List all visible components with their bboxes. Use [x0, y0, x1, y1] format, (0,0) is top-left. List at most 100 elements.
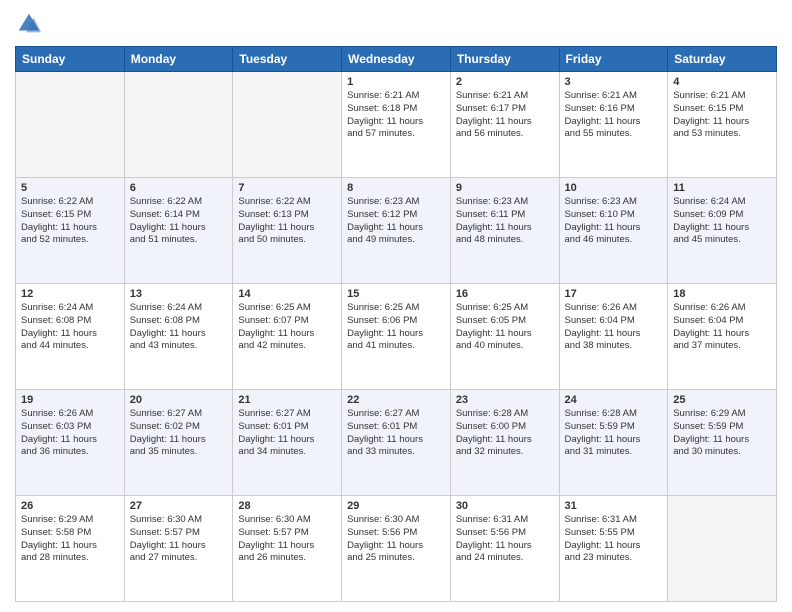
day-number: 3 — [565, 76, 663, 88]
calendar-week-row: 19 Sunrise: 6:26 AM Sunset: 6:03 PM Dayli… — [16, 390, 777, 496]
table-row: 6Sunrise: 6:22 AM Sunset: 6:14 PM Daylig… — [124, 178, 233, 284]
day-info: Sunrise: 6:27 AM Sunset: 6:02 PM Dayligh… — [130, 408, 228, 459]
table-row: 9 Sunrise: 6:23 AM Sunset: 6:11 PM Daylig… — [450, 178, 559, 284]
table-row: 14 Sunrise: 6:25 AM Sunset: 6:07 PM Dayli… — [233, 284, 342, 390]
col-saturday: Saturday — [668, 47, 777, 72]
table-row: 27 Sunrise: 6:30 AM Sunset: 5:57 PM Dayli… — [124, 496, 233, 602]
calendar-week-row: 5 Sunrise: 6:22 AM Sunset: 6:15 PM Daylig… — [16, 178, 777, 284]
day-info: Sunrise: 6:23 AM Sunset: 6:10 PM Dayligh… — [565, 196, 663, 247]
table-row: 11Sunrise: 6:24 AM Sunset: 6:09 PM Dayli… — [668, 178, 777, 284]
day-number: 8 — [347, 182, 445, 194]
day-number: 28 — [238, 500, 336, 512]
day-info: Sunrise: 6:24 AM Sunset: 6:08 PM Dayligh… — [130, 302, 228, 353]
day-number: 7 — [238, 182, 336, 194]
col-friday: Friday — [559, 47, 668, 72]
day-number: 29 — [347, 500, 445, 512]
table-row — [124, 72, 233, 178]
table-row: 10 Sunrise: 6:23 AM Sunset: 6:10 PM Dayli… — [559, 178, 668, 284]
table-row: 20Sunrise: 6:27 AM Sunset: 6:02 PM Dayli… — [124, 390, 233, 496]
table-row: 16 Sunrise: 6:25 AM Sunset: 6:05 PM Dayli… — [450, 284, 559, 390]
table-row: 24Sunrise: 6:28 AM Sunset: 5:59 PM Dayli… — [559, 390, 668, 496]
day-number: 4 — [673, 76, 771, 88]
day-info: Sunrise: 6:22 AM Sunset: 6:15 PM Dayligh… — [21, 196, 119, 247]
day-info: Sunrise: 6:29 AM Sunset: 5:58 PM Dayligh… — [21, 514, 119, 565]
day-number: 16 — [456, 288, 554, 300]
table-row: 17Sunrise: 6:26 AM Sunset: 6:04 PM Dayli… — [559, 284, 668, 390]
logo — [15, 10, 47, 38]
day-info: Sunrise: 6:24 AM Sunset: 6:08 PM Dayligh… — [21, 302, 119, 353]
table-row: 26 Sunrise: 6:29 AM Sunset: 5:58 PM Dayli… — [16, 496, 125, 602]
day-number: 24 — [565, 394, 663, 406]
day-info: Sunrise: 6:23 AM Sunset: 6:11 PM Dayligh… — [456, 196, 554, 247]
calendar-table: Sunday Monday Tuesday Wednesday Thursday… — [15, 46, 777, 602]
day-number: 14 — [238, 288, 336, 300]
day-number: 12 — [21, 288, 119, 300]
day-number: 19 — [21, 394, 119, 406]
day-info: Sunrise: 6:24 AM Sunset: 6:09 PM Dayligh… — [673, 196, 771, 247]
day-number: 26 — [21, 500, 119, 512]
day-number: 5 — [21, 182, 119, 194]
table-row: 29 Sunrise: 6:30 AM Sunset: 5:56 PM Dayli… — [342, 496, 451, 602]
table-row: 13Sunrise: 6:24 AM Sunset: 6:08 PM Dayli… — [124, 284, 233, 390]
day-number: 9 — [456, 182, 554, 194]
day-info: Sunrise: 6:27 AM Sunset: 6:01 PM Dayligh… — [347, 408, 445, 459]
col-thursday: Thursday — [450, 47, 559, 72]
day-number: 30 — [456, 500, 554, 512]
day-info: Sunrise: 6:31 AM Sunset: 5:56 PM Dayligh… — [456, 514, 554, 565]
day-info: Sunrise: 6:31 AM Sunset: 5:55 PM Dayligh… — [565, 514, 663, 565]
table-row: 30 Sunrise: 6:31 AM Sunset: 5:56 PM Dayli… — [450, 496, 559, 602]
day-info: Sunrise: 6:21 AM Sunset: 6:15 PM Dayligh… — [673, 90, 771, 141]
calendar-week-row: 26 Sunrise: 6:29 AM Sunset: 5:58 PM Dayli… — [16, 496, 777, 602]
table-row: 22 Sunrise: 6:27 AM Sunset: 6:01 PM Dayli… — [342, 390, 451, 496]
day-info: Sunrise: 6:25 AM Sunset: 6:06 PM Dayligh… — [347, 302, 445, 353]
calendar-week-row: 1 Sunrise: 6:21 AM Sunset: 6:18 PM Daylig… — [16, 72, 777, 178]
table-row: 3Sunrise: 6:21 AM Sunset: 6:16 PM Daylig… — [559, 72, 668, 178]
day-number: 15 — [347, 288, 445, 300]
logo-icon — [15, 10, 43, 38]
day-number: 10 — [565, 182, 663, 194]
day-info: Sunrise: 6:29 AM Sunset: 5:59 PM Dayligh… — [673, 408, 771, 459]
table-row: 5 Sunrise: 6:22 AM Sunset: 6:15 PM Daylig… — [16, 178, 125, 284]
day-info: Sunrise: 6:30 AM Sunset: 5:57 PM Dayligh… — [238, 514, 336, 565]
col-wednesday: Wednesday — [342, 47, 451, 72]
day-number: 23 — [456, 394, 554, 406]
day-number: 1 — [347, 76, 445, 88]
table-row: 31 Sunrise: 6:31 AM Sunset: 5:55 PM Dayli… — [559, 496, 668, 602]
table-row: 15 Sunrise: 6:25 AM Sunset: 6:06 PM Dayli… — [342, 284, 451, 390]
day-info: Sunrise: 6:25 AM Sunset: 6:07 PM Dayligh… — [238, 302, 336, 353]
table-row: 8 Sunrise: 6:23 AM Sunset: 6:12 PM Daylig… — [342, 178, 451, 284]
day-info: Sunrise: 6:21 AM Sunset: 6:17 PM Dayligh… — [456, 90, 554, 141]
page: Sunday Monday Tuesday Wednesday Thursday… — [0, 0, 792, 612]
table-row: 4 Sunrise: 6:21 AM Sunset: 6:15 PM Daylig… — [668, 72, 777, 178]
table-row: 23 Sunrise: 6:28 AM Sunset: 6:00 PM Dayli… — [450, 390, 559, 496]
calendar-header-row: Sunday Monday Tuesday Wednesday Thursday… — [16, 47, 777, 72]
day-info: Sunrise: 6:23 AM Sunset: 6:12 PM Dayligh… — [347, 196, 445, 247]
table-row: 1 Sunrise: 6:21 AM Sunset: 6:18 PM Daylig… — [342, 72, 451, 178]
table-row — [233, 72, 342, 178]
day-info: Sunrise: 6:26 AM Sunset: 6:04 PM Dayligh… — [673, 302, 771, 353]
table-row — [16, 72, 125, 178]
calendar-week-row: 12 Sunrise: 6:24 AM Sunset: 6:08 PM Dayli… — [16, 284, 777, 390]
table-row: 2Sunrise: 6:21 AM Sunset: 6:17 PM Daylig… — [450, 72, 559, 178]
table-row — [668, 496, 777, 602]
day-info: Sunrise: 6:28 AM Sunset: 6:00 PM Dayligh… — [456, 408, 554, 459]
day-info: Sunrise: 6:21 AM Sunset: 6:18 PM Dayligh… — [347, 90, 445, 141]
day-number: 27 — [130, 500, 228, 512]
day-info: Sunrise: 6:26 AM Sunset: 6:04 PM Dayligh… — [565, 302, 663, 353]
day-info: Sunrise: 6:30 AM Sunset: 5:56 PM Dayligh… — [347, 514, 445, 565]
day-number: 21 — [238, 394, 336, 406]
col-tuesday: Tuesday — [233, 47, 342, 72]
table-row: 18Sunrise: 6:26 AM Sunset: 6:04 PM Dayli… — [668, 284, 777, 390]
col-sunday: Sunday — [16, 47, 125, 72]
col-monday: Monday — [124, 47, 233, 72]
table-row: 21Sunrise: 6:27 AM Sunset: 6:01 PM Dayli… — [233, 390, 342, 496]
header — [15, 10, 777, 38]
day-info: Sunrise: 6:25 AM Sunset: 6:05 PM Dayligh… — [456, 302, 554, 353]
table-row: 25Sunrise: 6:29 AM Sunset: 5:59 PM Dayli… — [668, 390, 777, 496]
table-row: 7Sunrise: 6:22 AM Sunset: 6:13 PM Daylig… — [233, 178, 342, 284]
day-number: 6 — [130, 182, 228, 194]
day-number: 22 — [347, 394, 445, 406]
day-info: Sunrise: 6:30 AM Sunset: 5:57 PM Dayligh… — [130, 514, 228, 565]
day-info: Sunrise: 6:26 AM Sunset: 6:03 PM Dayligh… — [21, 408, 119, 459]
day-number: 31 — [565, 500, 663, 512]
